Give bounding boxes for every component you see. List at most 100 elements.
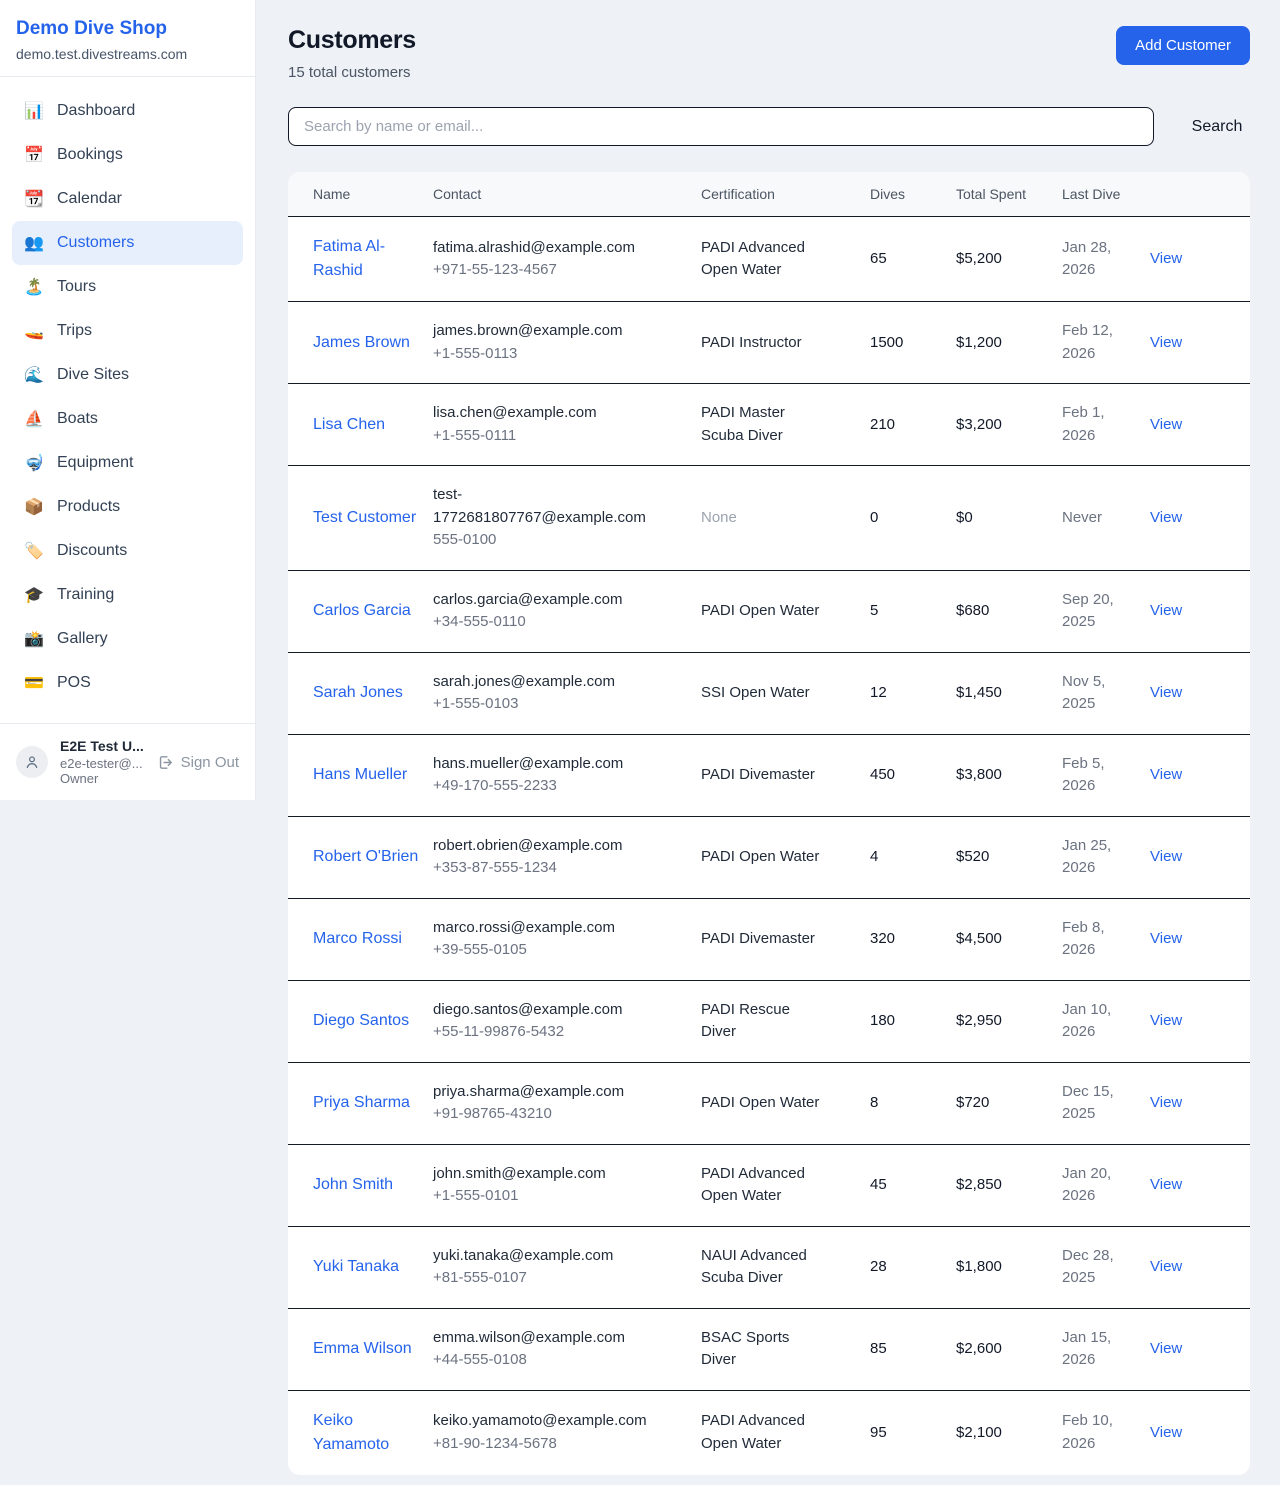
view-customer-link[interactable]: View [1150,1424,1182,1441]
view-customer-link[interactable]: View [1150,1012,1182,1029]
sidebar-item-customers[interactable]: 👥 Customers [12,221,243,265]
customer-name-link[interactable]: James Brown [313,334,410,351]
table-row: Fatima Al-Rashid fatima.alrashid@example… [288,217,1250,302]
customer-phone: +49-170-555-2233 [433,775,651,798]
customers-table: Name Contact Certification Dives Total S… [288,172,1250,1475]
customer-certification: PADI Open Water [701,848,819,865]
view-customer-link[interactable]: View [1150,1094,1182,1111]
customer-name-link[interactable]: Test Customer [313,509,416,526]
customer-name-link[interactable]: Hans Mueller [313,766,407,783]
table-row: Robert O'Brien robert.obrien@example.com… [288,816,1250,898]
customer-phone: +34-555-0110 [433,611,651,634]
sidebar-item-dive-sites[interactable]: 🌊 Dive Sites [12,353,243,397]
customer-name-link[interactable]: Fatima Al-Rashid [313,238,385,279]
customer-last-dive: Jan 28, 2026 [1062,239,1111,279]
view-customer-link[interactable]: View [1150,334,1182,351]
sidebar-item-bookings[interactable]: 📅 Bookings [12,133,243,177]
sidebar-item-label: Boats [57,410,98,428]
customer-email: hans.mueller@example.com [433,753,651,776]
view-customer-link[interactable]: View [1150,848,1182,865]
avatar [16,746,48,778]
table-row: John Smith john.smith@example.com +1-555… [288,1144,1250,1226]
sidebar-item-pos[interactable]: 💳 POS [12,661,243,705]
speedboat-icon: 🚤 [24,321,44,341]
sidebar-item-label: Dashboard [57,102,135,120]
add-customer-button[interactable]: Add Customer [1116,26,1250,65]
customer-name-link[interactable]: Keiko Yamamoto [313,1412,389,1453]
view-customer-link[interactable]: View [1150,509,1182,526]
customer-dives: 1500 [870,334,903,351]
customer-last-dive: Dec 15, 2025 [1062,1083,1114,1123]
sidebar-item-label: Equipment [57,454,134,472]
customer-name-link[interactable]: Robert O'Brien [313,848,418,865]
customer-email: robert.obrien@example.com [433,835,651,858]
customer-name-link[interactable]: Diego Santos [313,1012,409,1029]
sidebar-item-trips[interactable]: 🚤 Trips [12,309,243,353]
package-icon: 📦 [24,497,44,517]
sidebar-item-products[interactable]: 📦 Products [12,485,243,529]
table-row: Test Customer test-1772681807767@example… [288,466,1250,571]
customer-total-spent: $2,600 [956,1340,1002,1357]
sidebar-item-discounts[interactable]: 🏷️ Discounts [12,529,243,573]
sidebar-item-tours[interactable]: 🏝️ Tours [12,265,243,309]
table-row: Sarah Jones sarah.jones@example.com +1-5… [288,652,1250,734]
sidebar-item-label: Discounts [57,542,127,560]
view-customer-link[interactable]: View [1150,684,1182,701]
col-header-last-dive: Last Dive [1062,172,1150,217]
view-customer-link[interactable]: View [1150,1340,1182,1357]
customer-total-spent: $680 [956,602,989,619]
customer-name-link[interactable]: Yuki Tanaka [313,1258,399,1275]
sidebar-item-training[interactable]: 🎓 Training [12,573,243,617]
sidebar-item-dashboard[interactable]: 📊 Dashboard [12,89,243,133]
customer-email: emma.wilson@example.com [433,1327,651,1350]
customer-name-link[interactable]: Lisa Chen [313,416,385,433]
customer-email: marco.rossi@example.com [433,917,651,940]
customer-name-link[interactable]: Marco Rossi [313,930,402,947]
view-customer-link[interactable]: View [1150,416,1182,433]
search-input[interactable] [288,107,1154,146]
view-customer-link[interactable]: View [1150,602,1182,619]
customer-dives: 210 [870,416,895,433]
customer-count: 15 total customers [288,64,416,81]
customer-certification: PADI Master Scuba Diver [701,404,785,444]
customer-name-link[interactable]: Carlos Garcia [313,602,411,619]
customer-name-link[interactable]: Priya Sharma [313,1094,410,1111]
customer-last-dive: Nov 5, 2025 [1062,673,1105,713]
sidebar-item-calendar[interactable]: 📆 Calendar [12,177,243,221]
customer-dives: 5 [870,602,878,619]
sidebar-item-gallery[interactable]: 📸 Gallery [12,617,243,661]
table-row: Carlos Garcia carlos.garcia@example.com … [288,570,1250,652]
user-email: e2e-tester@... [60,756,145,771]
customer-name-link[interactable]: Emma Wilson [313,1340,412,1357]
page-title: Customers [288,26,416,55]
customer-certification: PADI Instructor [701,334,802,351]
sidebar-item-boats[interactable]: ⛵ Boats [12,397,243,441]
view-customer-link[interactable]: View [1150,766,1182,783]
table-row: Priya Sharma priya.sharma@example.com +9… [288,1062,1250,1144]
customer-last-dive: Never [1062,509,1102,526]
view-customer-link[interactable]: View [1150,930,1182,947]
customer-phone: 555-0100 [433,529,651,552]
customer-certification: NAUI Advanced Scuba Diver [701,1247,807,1287]
view-customer-link[interactable]: View [1150,250,1182,267]
sidebar-item-label: Bookings [57,146,123,164]
sidebar-item-label: POS [57,674,91,692]
view-customer-link[interactable]: View [1150,1176,1182,1193]
shop-name: Demo Dive Shop [16,18,239,40]
customer-email: john.smith@example.com [433,1163,651,1186]
table-body: Fatima Al-Rashid fatima.alrashid@example… [288,217,1250,1475]
search-row: Search [288,107,1250,146]
customer-dives: 320 [870,930,895,947]
customer-name-link[interactable]: John Smith [313,1176,393,1193]
search-button[interactable]: Search [1184,118,1250,136]
customer-total-spent: $3,200 [956,416,1002,433]
sign-out-button[interactable]: Sign Out [157,754,239,771]
logout-icon [157,754,174,771]
customer-dives: 95 [870,1424,887,1441]
sidebar-item-equipment[interactable]: 🤿 Equipment [12,441,243,485]
credit-card-icon: 💳 [24,673,44,693]
view-customer-link[interactable]: View [1150,1258,1182,1275]
customer-name-link[interactable]: Sarah Jones [313,684,403,701]
customer-last-dive: Feb 1, 2026 [1062,404,1105,444]
customer-phone: +91-98765-43210 [433,1103,651,1126]
